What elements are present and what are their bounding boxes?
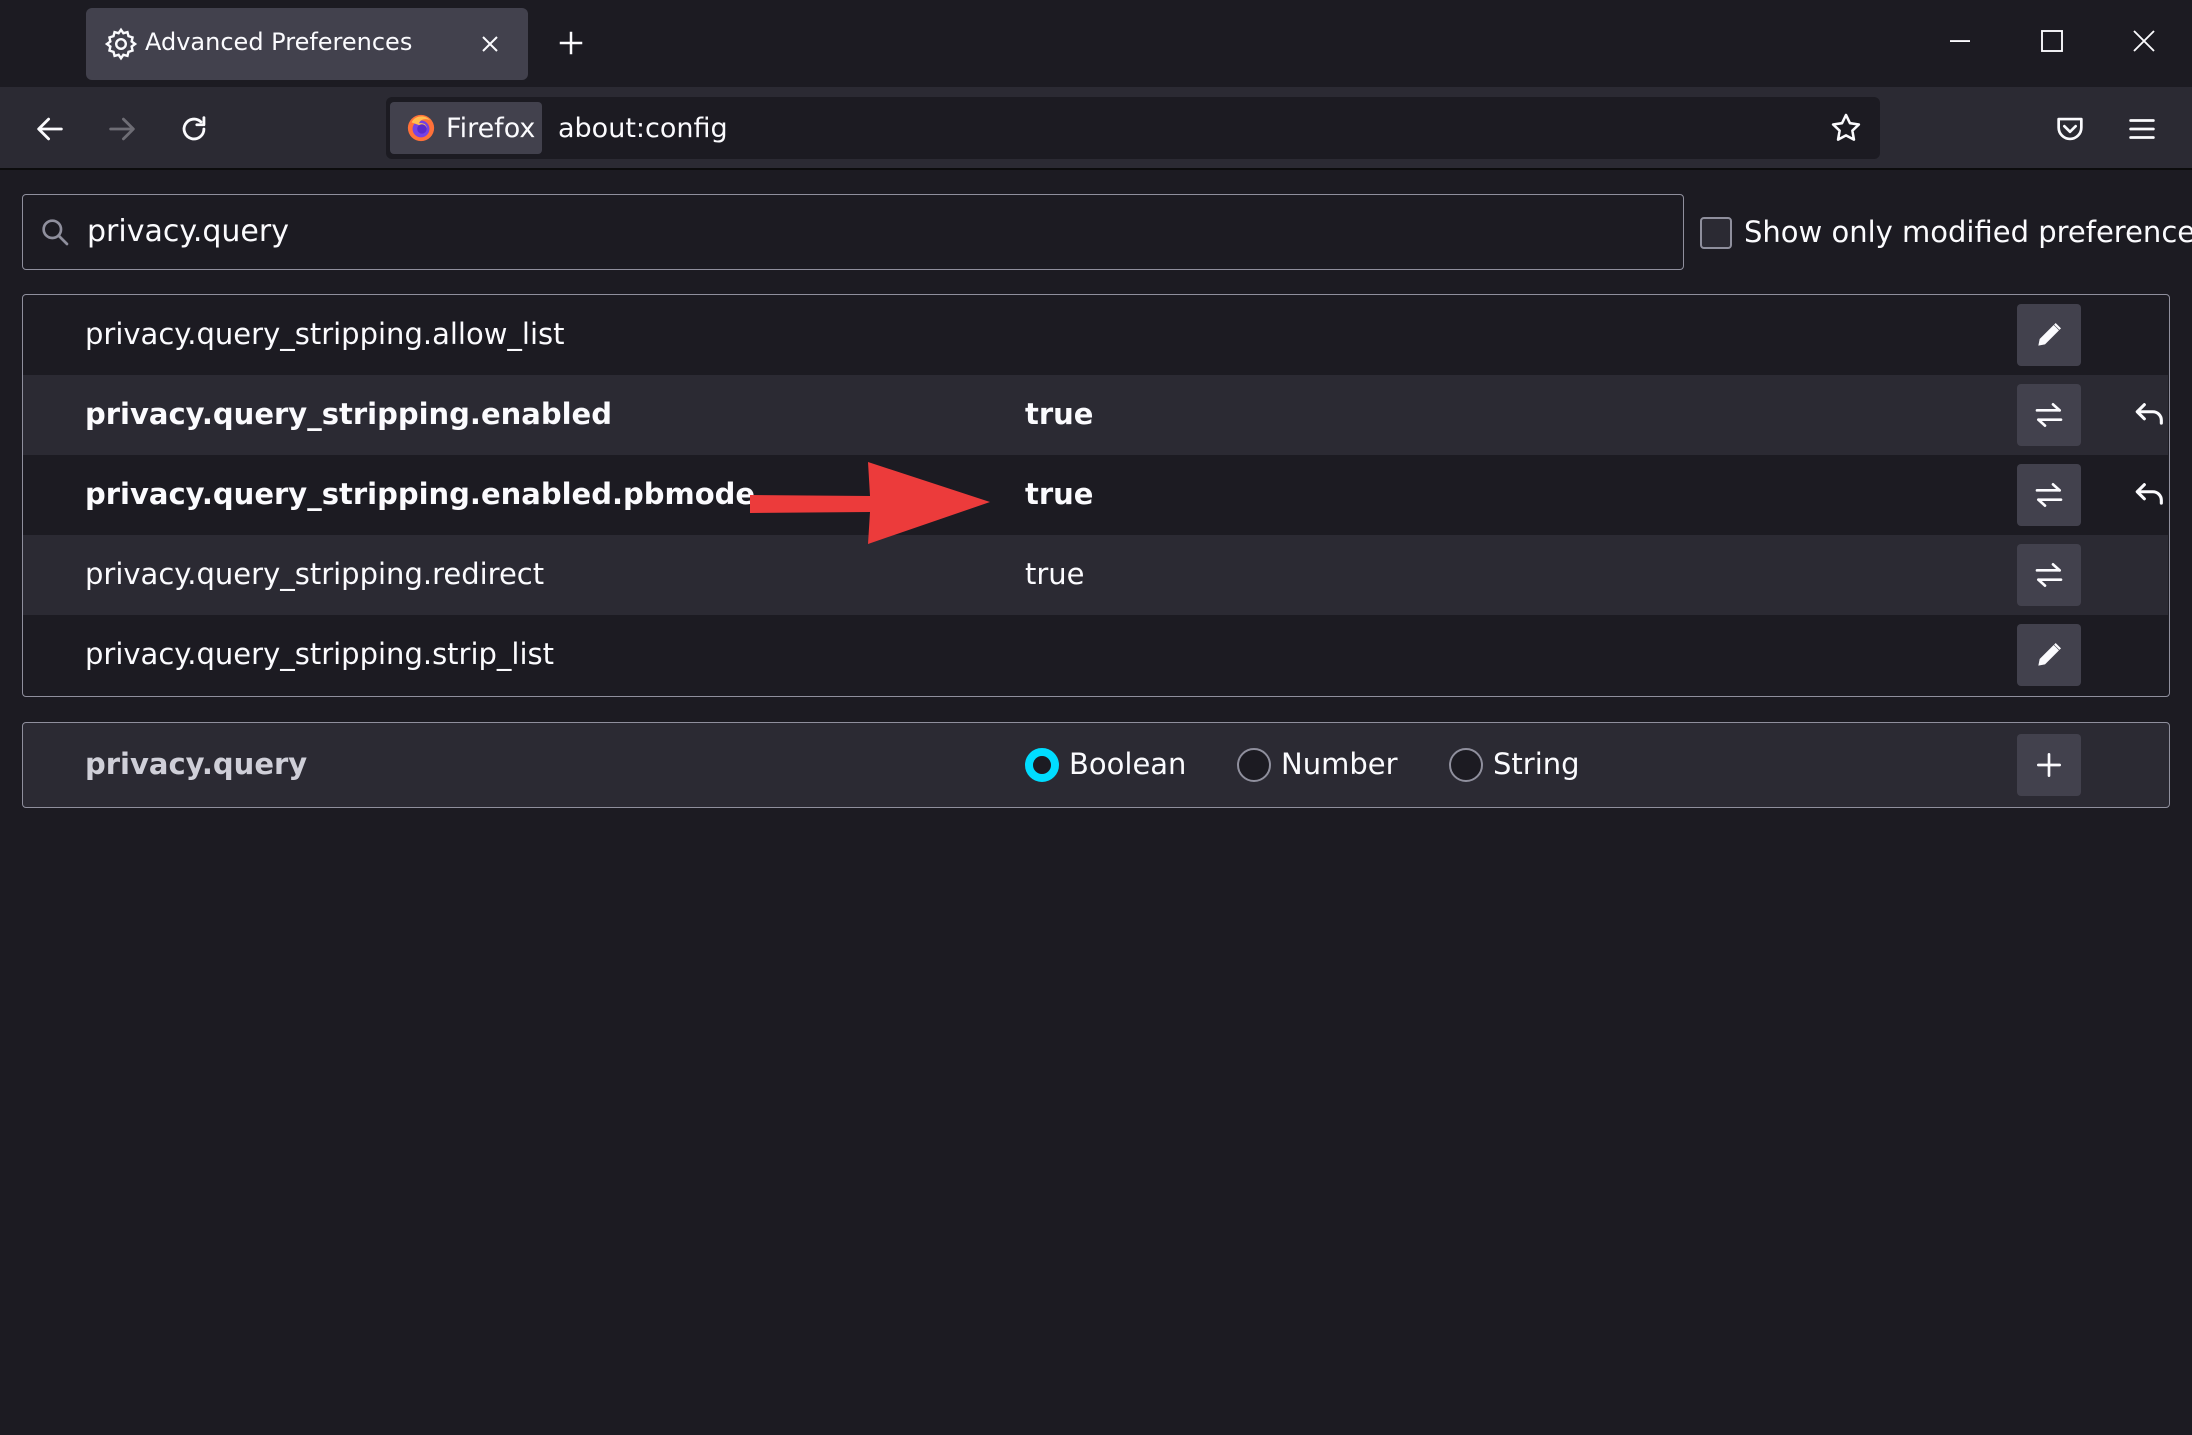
pref-name: privacy.query_stripping.enabled.pbmode [85,477,756,511]
preferences-table: privacy.query_stripping.allow_list priva… [22,294,2170,697]
radio-string[interactable] [1449,748,1483,782]
radio-label-string: String [1493,747,1580,781]
toggle-arrows-icon [2035,483,2063,507]
pref-name: privacy.query_stripping.strip_list [85,637,555,671]
pref-name: privacy.query_stripping.redirect [85,557,545,591]
maximize-icon[interactable] [2037,26,2067,56]
window-close-icon[interactable] [2129,26,2159,56]
firefox-logo-icon [407,114,435,142]
edit-button[interactable] [2017,304,2081,366]
pref-value: true [1025,397,1094,431]
tab-title: Advanced Preferences [145,28,413,56]
pref-name: privacy.query_stripping.enabled [85,397,612,431]
toggle-button[interactable] [2017,384,2081,446]
url-text[interactable]: about:config [558,113,728,144]
table-row: privacy.query_stripping.allow_list [23,295,2168,375]
toggle-arrows-icon [2035,563,2063,587]
minimize-icon[interactable] [1945,26,1975,56]
toggle-button[interactable] [2017,544,2081,606]
radio-number[interactable] [1237,748,1271,782]
new-tab-plus-icon[interactable] [556,28,586,58]
url-bar[interactable]: Firefox about:config [386,97,1880,159]
tab-advanced-preferences[interactable]: Advanced Preferences [86,8,528,80]
annotation-arrow-icon [750,462,990,544]
title-bar: Advanced Preferences [0,0,2192,87]
pocket-icon[interactable] [2053,112,2087,146]
new-pref-name: privacy.query [85,747,308,781]
radio-boolean[interactable] [1025,748,1059,782]
radio-label-number: Number [1281,747,1398,781]
table-row: privacy.query_stripping.strip_list [23,615,2168,695]
pencil-icon [2038,643,2061,666]
identity-label: Firefox [446,113,536,144]
back-arrow-icon[interactable] [33,112,67,146]
table-row: privacy.query_stripping.redirect true [23,535,2168,615]
table-row: privacy.query_stripping.enabled.pbmode t… [23,455,2168,535]
close-icon[interactable] [478,32,502,56]
add-preference-button[interactable] [2017,734,2081,796]
search-icon [42,219,69,246]
pref-value: true [1025,477,1094,511]
search-input[interactable] [87,195,1667,268]
pref-value: true [1025,557,1085,591]
radio-label-boolean: Boolean [1069,747,1187,781]
show-modified-checkbox[interactable] [1700,217,1732,249]
toggle-arrows-icon [2035,403,2063,427]
pref-name: privacy.query_stripping.allow_list [85,317,565,351]
toggle-button[interactable] [2017,464,2081,526]
reset-undo-icon[interactable] [2133,399,2167,433]
reset-undo-icon[interactable] [2133,479,2167,513]
plus-icon [2037,753,2061,777]
reload-icon[interactable] [177,112,211,146]
table-row: privacy.query_stripping.enabled true [23,375,2168,455]
pencil-icon [2038,323,2061,346]
show-modified-label: Show only modified preferences [1744,215,2192,249]
navigation-toolbar: Firefox about:config [0,87,2192,170]
forward-arrow-icon[interactable] [105,112,139,146]
identity-box[interactable]: Firefox [390,102,542,154]
edit-button[interactable] [2017,624,2081,686]
preference-search-box [22,194,1684,270]
gear-icon [104,27,138,61]
bookmark-star-icon[interactable] [1829,111,1863,145]
hamburger-menu-icon[interactable] [2125,112,2159,146]
add-preference-row: privacy.query Boolean Number String [22,722,2170,808]
